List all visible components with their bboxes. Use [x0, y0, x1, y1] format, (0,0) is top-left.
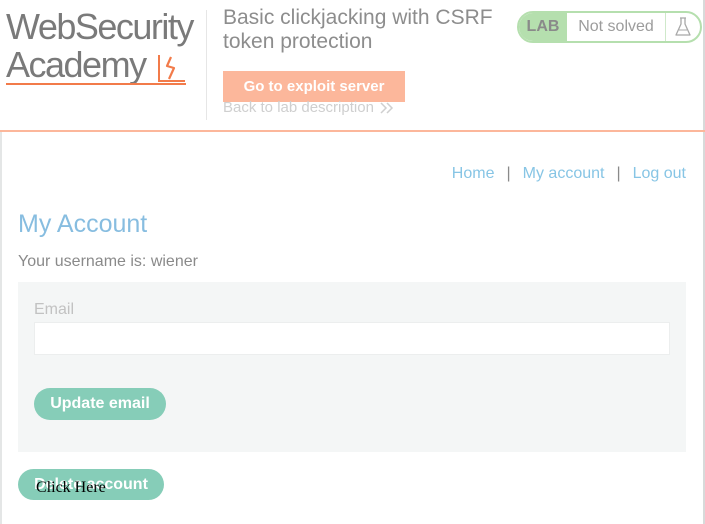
flask-icon — [675, 17, 691, 36]
nav-my-account-link[interactable]: My account — [523, 165, 605, 183]
logo-text-line1: WebSecurity — [6, 6, 194, 47]
top-nav: Home | My account | Log out — [452, 165, 686, 183]
page-title: My Account — [18, 210, 148, 238]
header-divider — [206, 10, 207, 120]
web-security-academy-logo[interactable]: WebSecurity Academy — [6, 6, 206, 85]
logo-text-line2: Academy — [6, 44, 147, 85]
frame-left-border — [0, 132, 2, 524]
go-to-exploit-server-button[interactable]: Go to exploit server — [223, 71, 405, 102]
back-link-label: Back to lab description — [223, 99, 374, 116]
lab-header: WebSecurity Academy Basic clickjacking w… — [0, 0, 705, 132]
lab-title: Basic clickjacking with CSRF token prote… — [223, 6, 493, 53]
nav-separator: | — [506, 165, 511, 182]
lab-status-text: Not solved — [567, 13, 666, 41]
nav-home-link[interactable]: Home — [452, 165, 495, 183]
double-chevron-right-icon — [380, 101, 393, 114]
lab-label: LAB — [519, 13, 567, 41]
username-text: Your username is: wiener — [18, 253, 198, 270]
email-field[interactable] — [34, 322, 670, 355]
flask-icon-container — [666, 13, 700, 41]
page: WebSecurity Academy Basic clickjacking w… — [0, 0, 705, 524]
lab-status-badge: LAB Not solved — [517, 11, 702, 43]
nav-separator: | — [616, 165, 621, 182]
lightning-bolt-icon — [158, 55, 185, 82]
back-to-lab-description-link[interactable]: Back to lab description — [223, 99, 394, 116]
click-here-decoy-text[interactable]: Click Here — [36, 479, 106, 497]
email-label: Email — [34, 301, 75, 318]
change-email-form: Email Update email — [18, 282, 686, 452]
update-email-button[interactable]: Update email — [34, 388, 166, 420]
logo-underline — [6, 83, 186, 85]
header-bottom-rule — [0, 130, 705, 132]
nav-log-out-link[interactable]: Log out — [633, 165, 686, 183]
